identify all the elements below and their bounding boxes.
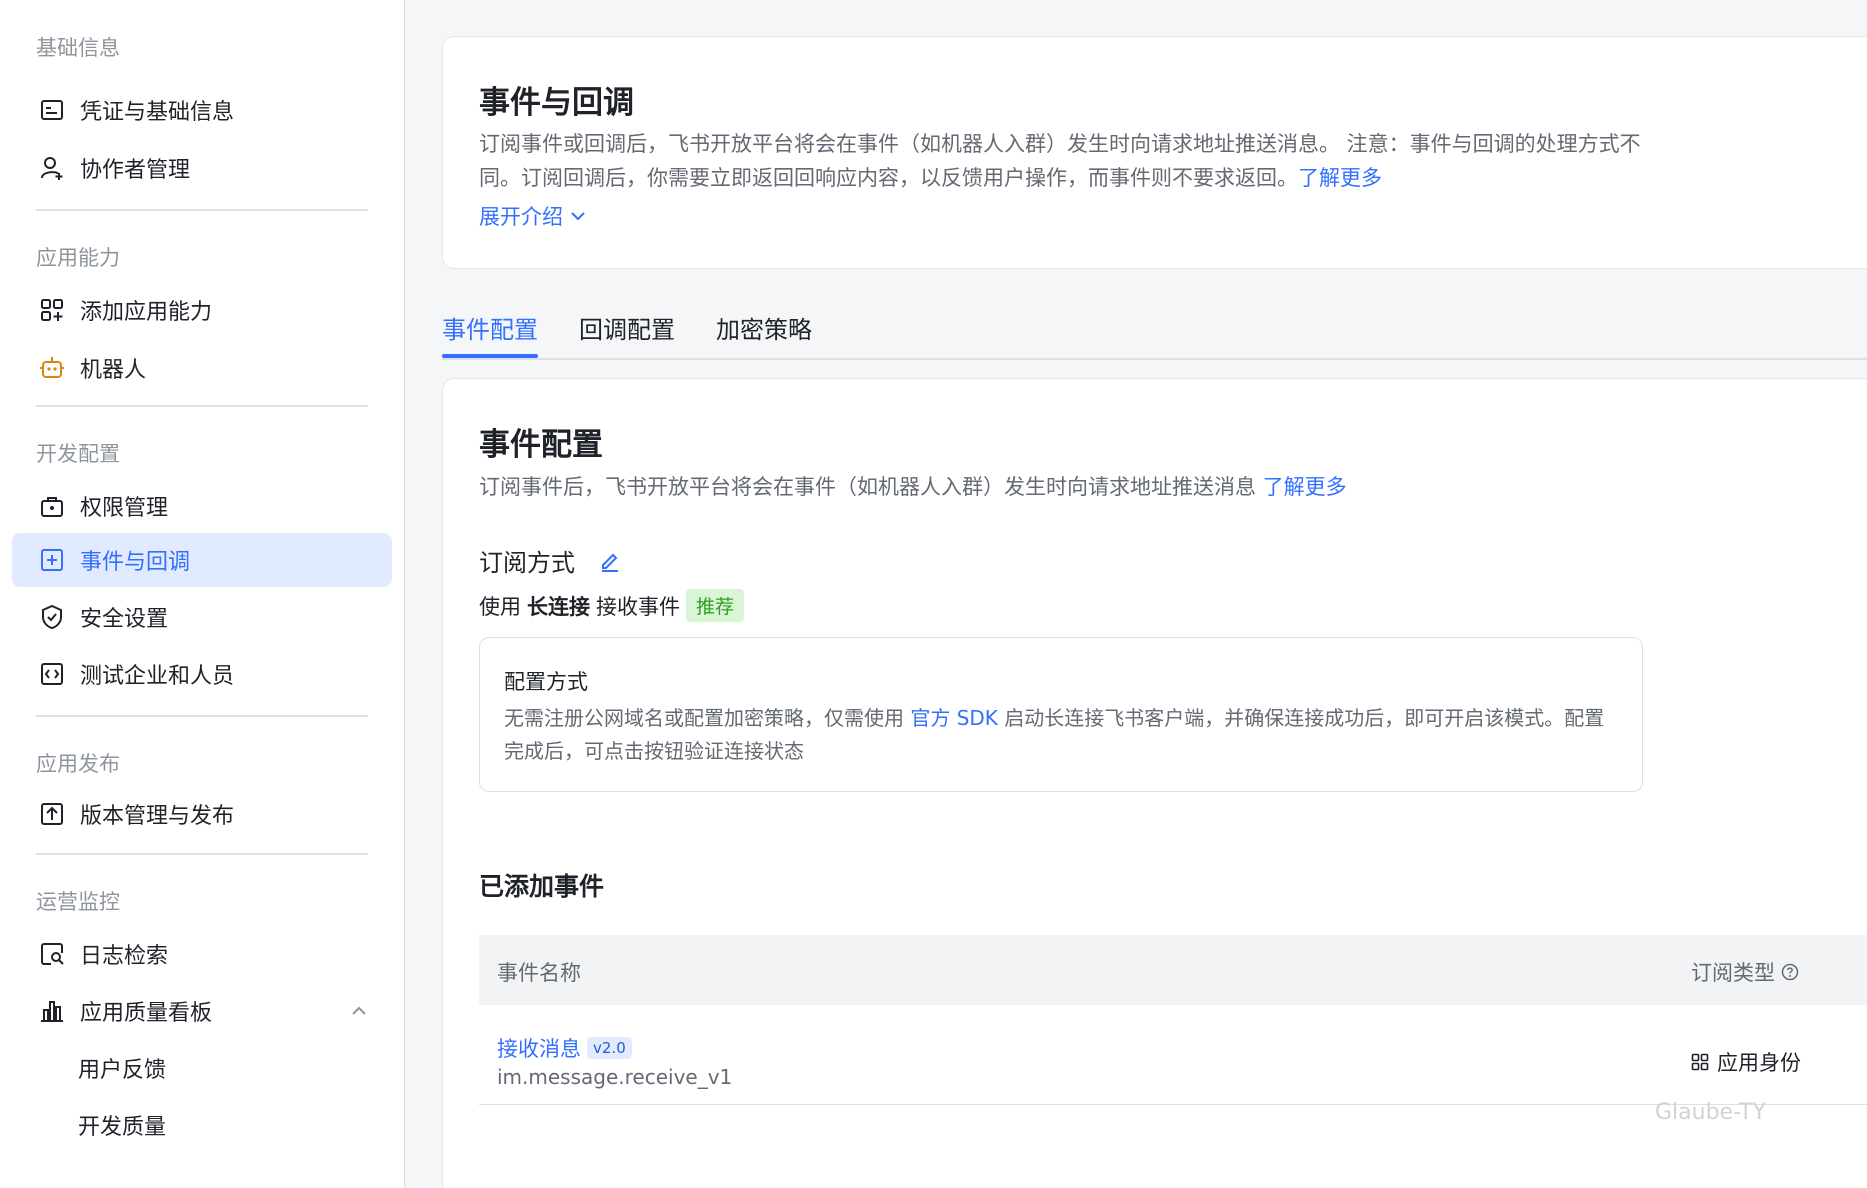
config-method-box: 配置方式 无需注册公网域名或配置加密策略，仅需使用 官方 SDK 启动长连接飞书… (479, 637, 1643, 792)
group-title-dev-config: 开发配置 (36, 442, 120, 466)
sidebar: 基础信息 凭证与基础信息 协作者管理 应用能力 添加应用能力 机器人 开发配置 … (0, 0, 405, 1188)
sidebar-item-label: 版本管理与发布 (80, 804, 235, 829)
code-icon (38, 660, 66, 688)
sidebar-item-label: 事件与回调 (80, 550, 191, 575)
divider (36, 209, 368, 211)
robot-icon (38, 354, 66, 382)
event-config-card: 事件配置 订阅事件后，飞书开放平台将会在事件（如机器人入群）发生时向请求地址推送… (442, 378, 1867, 1188)
page-title: 事件与回调 (479, 85, 634, 121)
sidebar-item-label: 机器人 (80, 358, 147, 383)
subscription-method-label: 订阅方式 (479, 549, 575, 577)
divider (36, 853, 368, 855)
expand-intro-label: 展开介绍 (479, 205, 563, 229)
group-title-release: 应用发布 (36, 752, 120, 776)
sidebar-item-label: 开发质量 (78, 1115, 167, 1140)
divider (36, 715, 368, 717)
config-method-description: 无需注册公网域名或配置加密策略，仅需使用 官方 SDK 启动长连接飞书客户端，并… (504, 702, 1624, 768)
group-title-basic: 基础信息 (36, 36, 120, 60)
subscription-type: 应用身份 (1691, 1047, 1801, 1077)
add-app-icon (38, 296, 66, 324)
subscription-method: 订阅方式 (479, 543, 621, 578)
section-description-text: 订阅事件后，飞书开放平台将会在事件（如机器人入群）发生时向请求地址推送消息 (479, 475, 1256, 499)
shield-icon (38, 603, 66, 631)
watermark: Glaube-TY (1655, 1100, 1766, 1125)
add-user-icon (38, 154, 66, 182)
column-header-type-label: 订阅类型 (1691, 961, 1775, 985)
sidebar-item-credentials[interactable]: 凭证与基础信息 (12, 83, 392, 137)
group-title-capabilities: 应用能力 (36, 246, 120, 270)
sidebar-item-label: 日志检索 (80, 944, 169, 969)
sidebar-item-label: 添加应用能力 (80, 300, 213, 325)
sidebar-item-quality-board[interactable]: 应用质量看板 (12, 984, 392, 1038)
sidebar-item-label: 用户反馈 (78, 1058, 167, 1083)
tab-callback-config[interactable]: 回调配置 (579, 310, 675, 345)
sidebar-item-label: 测试企业和人员 (80, 664, 235, 689)
sidebar-item-log-search[interactable]: 日志检索 (12, 927, 392, 981)
added-events-title: 已添加事件 (479, 872, 605, 901)
expand-intro-button[interactable]: 展开介绍 (479, 201, 587, 231)
intro-card: 事件与回调 订阅事件或回调后，飞书开放平台将会在事件（如机器人入群）发生时向请求… (442, 36, 1867, 269)
credential-icon (38, 96, 66, 124)
config-method-title: 配置方式 (504, 670, 588, 694)
permission-icon (38, 492, 66, 520)
section-description: 订阅事件后，飞书开放平台将会在事件（如机器人入群）发生时向请求地址推送消息 了解… (479, 471, 1347, 501)
upload-icon (38, 800, 66, 828)
chevron-up-icon[interactable] (350, 1001, 368, 1026)
sidebar-item-label: 应用质量看板 (80, 1001, 213, 1026)
sidebar-item-dev-quality[interactable]: 开发质量 (12, 1098, 392, 1152)
edit-icon[interactable] (599, 550, 621, 572)
section-title: 事件配置 (479, 427, 603, 463)
subscription-mode: 使用 长连接 接收事件 推荐 (479, 589, 745, 622)
sidebar-item-collaborators[interactable]: 协作者管理 (12, 141, 392, 195)
chart-icon (38, 997, 66, 1025)
recommend-badge: 推荐 (686, 589, 745, 622)
log-search-icon (38, 940, 66, 968)
tab-bar: 事件配置 回调配置 加密策略 (442, 300, 1867, 360)
sdk-link[interactable]: 官方 SDK (910, 706, 998, 730)
sidebar-item-robot[interactable]: 机器人 (12, 341, 392, 395)
event-name-link[interactable]: 接收消息 (497, 1033, 581, 1063)
intro-description: 订阅事件或回调后，飞书开放平台将会在事件（如机器人入群）发生时向请求地址推送消息… (479, 127, 1649, 195)
tab-encryption[interactable]: 加密策略 (716, 310, 812, 345)
app-identity-icon (1691, 1053, 1709, 1071)
sidebar-item-user-feedback[interactable]: 用户反馈 (12, 1041, 392, 1095)
config-desc-part1: 无需注册公网域名或配置加密策略，仅需使用 (504, 706, 904, 730)
learn-more-link[interactable]: 了解更多 (1263, 475, 1347, 499)
event-icon (38, 546, 66, 574)
group-title-monitoring: 运营监控 (36, 890, 120, 914)
sidebar-item-permissions[interactable]: 权限管理 (12, 479, 392, 533)
sidebar-item-label: 权限管理 (80, 496, 169, 521)
sidebar-item-test-tenant[interactable]: 测试企业和人员 (12, 647, 392, 701)
event-name: 接收消息 v2.0 (497, 1033, 632, 1063)
use-prefix: 使用 (479, 594, 521, 619)
subscription-type-label: 应用身份 (1717, 1051, 1801, 1075)
chevron-down-icon (571, 212, 585, 221)
sidebar-item-add-capability[interactable]: 添加应用能力 (12, 283, 392, 337)
sidebar-item-label: 协作者管理 (80, 158, 191, 183)
mode-name: 长连接 (527, 594, 590, 619)
sidebar-item-label: 凭证与基础信息 (80, 100, 235, 125)
table-header: 事件名称 订阅类型 (479, 935, 1867, 1005)
tab-event-config[interactable]: 事件配置 (442, 310, 538, 345)
learn-more-link[interactable]: 了解更多 (1298, 166, 1382, 190)
use-suffix: 接收事件 (596, 594, 680, 619)
version-badge: v2.0 (587, 1037, 632, 1059)
intro-description-text: 订阅事件或回调后，飞书开放平台将会在事件（如机器人入群）发生时向请求地址推送消息… (479, 132, 1641, 190)
table-row: 接收消息 v2.0 im.message.receive_v1 应用身份 (479, 1005, 1867, 1105)
sidebar-item-versions[interactable]: 版本管理与发布 (12, 787, 392, 841)
sidebar-item-security[interactable]: 安全设置 (12, 590, 392, 644)
help-icon[interactable] (1781, 963, 1799, 981)
active-tab-indicator (442, 354, 538, 358)
sidebar-item-events[interactable]: 事件与回调 (12, 533, 392, 587)
column-header-name: 事件名称 (497, 961, 581, 985)
event-key: im.message.receive_v1 (497, 1065, 733, 1089)
column-header-type: 订阅类型 (1691, 957, 1799, 987)
divider (36, 405, 368, 407)
sidebar-item-label: 安全设置 (80, 607, 169, 632)
